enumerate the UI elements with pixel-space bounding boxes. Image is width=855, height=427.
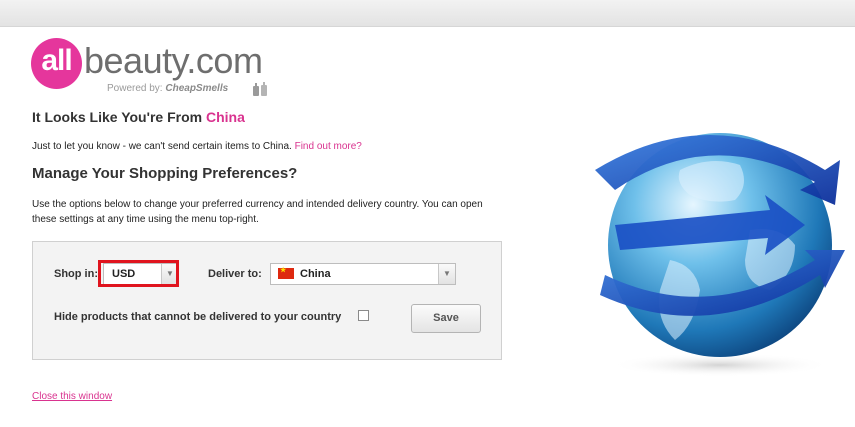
shop-in-label: Shop in:	[54, 268, 98, 280]
powered-prefix: Powered by:	[107, 83, 163, 94]
location-heading: It Looks Like You're From China	[32, 109, 245, 125]
deliver-to-label: Deliver to:	[208, 268, 262, 280]
dropdown-arrow-icon[interactable]: ▼	[438, 264, 455, 284]
shipping-notice: Just to let you know - we can't send cer…	[32, 141, 362, 152]
powered-by: Powered by: CheapSmells	[107, 83, 228, 94]
logo-wordmark: beauty.com	[84, 40, 263, 81]
delivery-country-select[interactable]: ★ China ▼	[270, 263, 456, 285]
close-window-link[interactable]: Close this window	[32, 391, 112, 402]
china-flag-icon: ★	[278, 267, 294, 279]
hide-products-label: Hide products that cannot be delivered t…	[54, 311, 342, 323]
shipping-notice-text: Just to let you know - we can't send cer…	[32, 141, 292, 152]
find-out-more-link[interactable]: Find out more?	[295, 141, 362, 152]
powered-brand: CheapSmells	[165, 83, 229, 94]
globe-arrows-illustration	[595, 133, 845, 377]
hide-products-checkbox[interactable]	[358, 310, 369, 321]
save-button[interactable]: Save	[411, 304, 481, 333]
manage-preferences-description: Use the options below to change your pre…	[32, 199, 483, 225]
preferences-panel: Shop in: USD ▼ Deliver to: ★ China ▼ Hid…	[32, 241, 502, 360]
location-heading-prefix: It Looks Like You're From	[32, 109, 203, 125]
manage-preferences-heading: Manage Your Shopping Preferences?	[32, 165, 298, 182]
delivery-country-value: China	[300, 268, 331, 280]
perfume-bottles-icon	[253, 82, 267, 96]
logo-circle: all	[31, 38, 82, 89]
currency-highlight-box	[98, 260, 179, 287]
browser-top-bar	[0, 0, 855, 27]
location-heading-country: China	[205, 109, 245, 125]
allbeauty-logo[interactable]: all beauty.com Powered by: CheapSmells	[31, 38, 271, 98]
